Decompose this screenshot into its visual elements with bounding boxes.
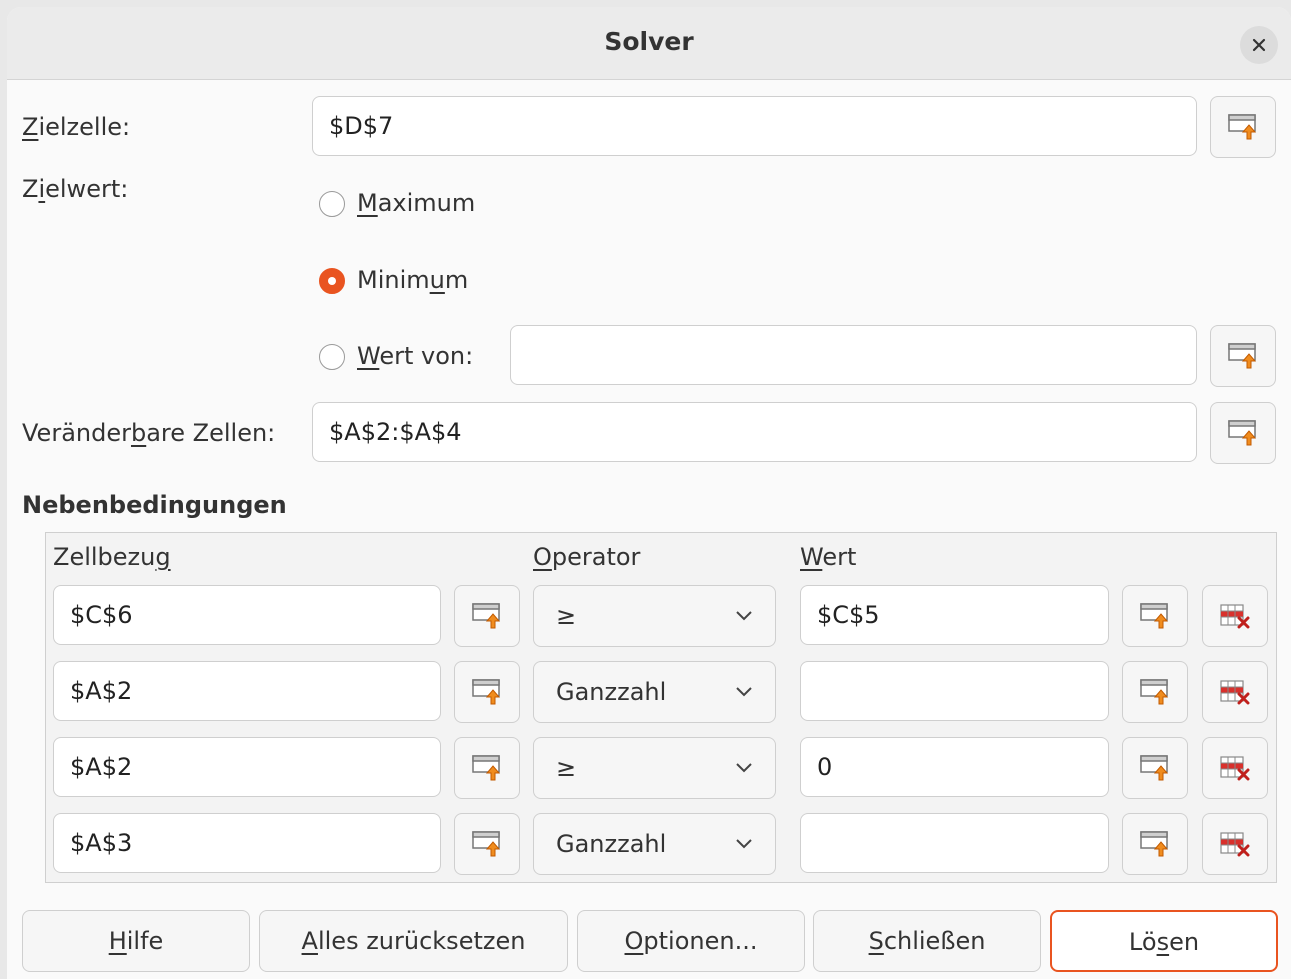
radio-maximum-label[interactable]: Maximum	[357, 189, 475, 217]
close-window-button[interactable]	[1240, 26, 1278, 64]
chevron-down-icon	[736, 763, 752, 773]
shrink-range-icon	[1140, 679, 1169, 705]
help-button[interactable]: Hilfe	[22, 910, 250, 972]
constraint-cell-shrink-button[interactable]	[454, 585, 520, 647]
shrink-range-icon	[1228, 114, 1257, 140]
close-button[interactable]: Schließen	[813, 910, 1041, 972]
operator-dropdown[interactable]: ≥	[533, 585, 776, 647]
shrink-range-icon	[472, 831, 501, 857]
constraint-value-input[interactable]: $C$5	[800, 585, 1109, 645]
target-cell-input[interactable]: $D$7	[312, 96, 1197, 156]
solver-dialog: Solver Zielzelle: $D$7 Zielwert: Maximum…	[7, 7, 1291, 979]
operator-dropdown[interactable]: ≥	[533, 737, 776, 799]
column-cell-reference: Zellbezug	[53, 543, 171, 571]
target-cell-shrink-button[interactable]	[1210, 96, 1276, 158]
constraint-cell-shrink-button[interactable]	[454, 661, 520, 723]
radio-maximum[interactable]	[319, 191, 345, 217]
shrink-range-icon	[1140, 755, 1169, 781]
shrink-range-icon	[1140, 603, 1169, 629]
delete-row-button[interactable]	[1202, 661, 1268, 723]
constraint-value-input[interactable]: 0	[800, 737, 1109, 797]
operator-dropdown[interactable]: Ganzzahl	[533, 813, 776, 875]
delete-row-button[interactable]	[1202, 737, 1268, 799]
titlebar: Solver	[7, 7, 1291, 80]
constraint-value-shrink-button[interactable]	[1122, 813, 1188, 875]
value-of-shrink-button[interactable]	[1210, 325, 1276, 387]
close-icon	[1252, 38, 1266, 52]
operator-value: Ganzzahl	[556, 678, 667, 706]
window-title: Solver	[604, 27, 694, 56]
radio-value-of-label[interactable]: Wert von:	[357, 342, 473, 370]
constraint-value-input[interactable]	[800, 661, 1109, 721]
value-of-input[interactable]	[510, 325, 1197, 385]
shrink-range-icon	[472, 603, 501, 629]
operator-dropdown[interactable]: Ganzzahl	[533, 661, 776, 723]
shrink-range-icon	[1228, 343, 1257, 369]
constraint-cell-shrink-button[interactable]	[454, 813, 520, 875]
radio-minimum-label[interactable]: Minimum	[357, 266, 468, 294]
constraints-heading: Nebenbedingungen	[22, 491, 287, 519]
delete-row-icon	[1220, 604, 1250, 629]
delete-row-icon	[1220, 756, 1250, 781]
solve-button[interactable]: Lösen	[1050, 910, 1278, 972]
operator-value: ≥	[556, 754, 577, 782]
constraint-value-shrink-button[interactable]	[1122, 585, 1188, 647]
variable-cells-shrink-button[interactable]	[1210, 402, 1276, 464]
delete-row-button[interactable]	[1202, 813, 1268, 875]
variable-cells-label: Veränderbare Zellen:	[22, 419, 276, 447]
column-operator: Operator	[533, 543, 641, 571]
reset-all-button[interactable]: Alles zurücksetzen	[259, 910, 568, 972]
constraint-value-input[interactable]	[800, 813, 1109, 873]
options-button[interactable]: Optionen...	[577, 910, 805, 972]
constraint-cell-input[interactable]: $A$2	[53, 737, 441, 797]
chevron-down-icon	[736, 687, 752, 697]
variable-cells-input[interactable]: $A$2:$A$4	[312, 402, 1197, 462]
delete-row-icon	[1220, 832, 1250, 857]
shrink-range-icon	[1228, 420, 1257, 446]
constraint-value-shrink-button[interactable]	[1122, 661, 1188, 723]
constraint-cell-input[interactable]: $A$2	[53, 661, 441, 721]
chevron-down-icon	[736, 839, 752, 849]
constraint-cell-shrink-button[interactable]	[454, 737, 520, 799]
delete-row-icon	[1220, 680, 1250, 705]
radio-value-of[interactable]	[319, 344, 345, 370]
operator-value: ≥	[556, 602, 577, 630]
operator-value: Ganzzahl	[556, 830, 667, 858]
constraint-cell-input[interactable]: $C$6	[53, 585, 441, 645]
shrink-range-icon	[472, 679, 501, 705]
constraint-value-shrink-button[interactable]	[1122, 737, 1188, 799]
radio-minimum[interactable]	[319, 268, 345, 294]
goal-label: Zielwert:	[22, 175, 129, 203]
shrink-range-icon	[472, 755, 501, 781]
shrink-range-icon	[1140, 831, 1169, 857]
constraint-cell-input[interactable]: $A$3	[53, 813, 441, 873]
chevron-down-icon	[736, 611, 752, 621]
delete-row-button[interactable]	[1202, 585, 1268, 647]
column-value: Wert	[800, 543, 857, 571]
target-cell-label: Zielzelle:	[22, 113, 131, 141]
